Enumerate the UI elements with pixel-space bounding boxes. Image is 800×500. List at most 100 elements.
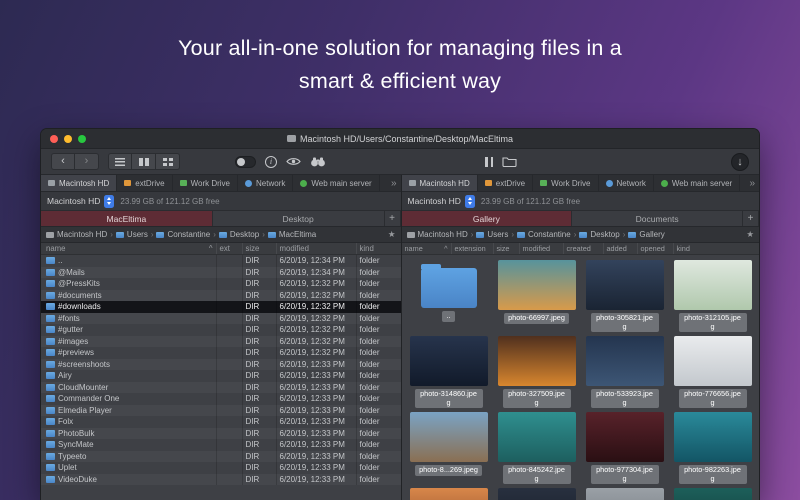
column-header-ext[interactable]: ext [217, 243, 243, 254]
breadcrumb-item[interactable]: Macintosh HD [407, 230, 468, 239]
column-header-opened[interactable]: opened [638, 243, 674, 254]
table-row[interactable]: #downloadsDIR6/20/19, 12:32 PMfolder [41, 301, 401, 313]
column-view-button[interactable] [132, 153, 156, 170]
table-row[interactable]: #imagesDIR6/20/19, 12:32 PMfolder [41, 336, 401, 348]
table-row[interactable]: Commander OneDIR6/20/19, 12:33 PMfolder [41, 393, 401, 405]
table-row[interactable]: SyncMateDIR6/20/19, 12:33 PMfolder [41, 439, 401, 451]
panel-toggle-switch[interactable] [235, 156, 256, 168]
favorites-star-icon[interactable]: ★ [742, 229, 754, 240]
grid-item[interactable]: photo-776656.jpeg [669, 336, 757, 412]
quick-look-eye-icon[interactable] [286, 157, 301, 166]
column-header-kind[interactable]: kind [674, 243, 760, 254]
drive-tab-extdrive[interactable]: extDrive [117, 175, 172, 191]
tab-desktop[interactable]: Desktop [213, 211, 385, 226]
drive-tab-web-main-server[interactable]: Web main server [654, 175, 740, 191]
folder-icon [46, 315, 55, 322]
drive-tab-network[interactable]: Network [238, 175, 293, 191]
table-row[interactable]: TypeetoDIR6/20/19, 12:33 PMfolder [41, 451, 401, 463]
drive-selector-stepper[interactable] [465, 195, 475, 208]
grid-item[interactable]: photo-982263.jpeg [669, 412, 757, 488]
favorites-star-icon[interactable]: ★ [384, 229, 396, 240]
breadcrumb-item[interactable]: Constantine [156, 230, 210, 239]
drive-tab-network[interactable]: Network [599, 175, 654, 191]
search-binoculars-icon[interactable] [310, 157, 326, 167]
breadcrumb-item[interactable]: Macintosh HD [46, 230, 107, 239]
table-row[interactable]: #previewsDIR6/20/19, 12:32 PMfolder [41, 347, 401, 359]
table-row[interactable]: CloudMounterDIR6/20/19, 12:33 PMfolder [41, 382, 401, 394]
grid-item[interactable] [669, 488, 757, 500]
breadcrumb-item[interactable]: Gallery [628, 230, 664, 239]
grid-item[interactable] [581, 488, 669, 500]
queue-pause-button[interactable] [485, 157, 493, 167]
grid-item[interactable]: photo-8...269.jpeg [405, 412, 493, 488]
column-header-extension[interactable]: extension [452, 243, 494, 254]
table-row[interactable]: UpletDIR6/20/19, 12:33 PMfolder [41, 462, 401, 474]
breadcrumb-item[interactable]: Users [116, 230, 148, 239]
grid-item[interactable]: photo-312105.jpeg [669, 260, 757, 336]
breadcrumb-item[interactable]: Desktop [219, 230, 259, 239]
table-row[interactable]: Elmedia PlayerDIR6/20/19, 12:33 PMfolder [41, 405, 401, 417]
tab-documents[interactable]: Documents [572, 211, 743, 226]
forward-button[interactable]: › [75, 153, 99, 170]
column-header-created[interactable]: created [564, 243, 604, 254]
grid-item[interactable]: photo-314860.jpeg [405, 336, 493, 412]
grid-item[interactable]: photo-977304.jpeg [581, 412, 669, 488]
tab-gallery[interactable]: Gallery [402, 211, 573, 226]
grid-item[interactable]: photo-845242.jpeg [493, 412, 581, 488]
grid-item[interactable]: .. [405, 260, 493, 336]
table-row[interactable]: PhotoBulkDIR6/20/19, 12:33 PMfolder [41, 428, 401, 440]
column-header-modified[interactable]: modified [277, 243, 357, 254]
downloads-button[interactable]: ↓ [731, 153, 749, 171]
column-header-added[interactable]: added [604, 243, 638, 254]
more-drives-chevron[interactable]: » [745, 175, 759, 191]
drive-selector[interactable]: Macintosh HD [408, 195, 475, 208]
column-header-size[interactable]: size [243, 243, 277, 254]
table-row[interactable]: @MailsDIR6/20/19, 12:34 PMfolder [41, 267, 401, 279]
column-header-size[interactable]: size [494, 243, 520, 254]
tab-maceltima[interactable]: MacEltima [41, 211, 213, 226]
grid-item[interactable]: photo-305821.jpeg [581, 260, 669, 336]
drive-tab-macintosh-hd[interactable]: Macintosh HD [402, 175, 478, 191]
minimize-button[interactable] [64, 135, 72, 143]
new-tab-button[interactable]: + [385, 211, 401, 226]
new-tab-button[interactable]: + [743, 211, 759, 226]
list-view-button[interactable] [108, 153, 132, 170]
table-row[interactable]: FolxDIR6/20/19, 12:33 PMfolder [41, 416, 401, 428]
drive-tab-work-drive[interactable]: Work Drive [173, 175, 238, 191]
table-row[interactable]: #gutterDIR6/20/19, 12:32 PMfolder [41, 324, 401, 336]
more-drives-chevron[interactable]: » [387, 175, 401, 191]
table-row[interactable]: #screenshootsDIR6/20/19, 12:33 PMfolder [41, 359, 401, 371]
info-button[interactable]: i [265, 156, 277, 168]
thumbnail-view-button[interactable] [156, 153, 180, 170]
new-folder-button[interactable] [502, 156, 517, 167]
table-row[interactable]: VideoDukeDIR6/20/19, 12:33 PMfolder [41, 474, 401, 486]
drive-tab-macintosh-hd[interactable]: Macintosh HD [41, 175, 117, 191]
drive-tab-work-drive[interactable]: Work Drive [533, 175, 598, 191]
breadcrumb-item[interactable]: Constantine [517, 230, 571, 239]
breadcrumb-item[interactable]: MacEltima [268, 230, 316, 239]
grid-item[interactable] [405, 488, 493, 500]
table-row[interactable]: AiryDIR6/20/19, 12:33 PMfolder [41, 370, 401, 382]
drive-tab-extdrive[interactable]: extDrive [478, 175, 533, 191]
breadcrumb-item[interactable]: Users [476, 230, 508, 239]
table-row[interactable]: @PressKitsDIR6/20/19, 12:32 PMfolder [41, 278, 401, 290]
breadcrumb-item[interactable]: Desktop [579, 230, 619, 239]
drive-selector-stepper[interactable] [104, 195, 114, 208]
drive-tab-web-main-server[interactable]: Web main server [293, 175, 379, 191]
drive-selector[interactable]: Macintosh HD [47, 195, 114, 208]
table-row[interactable]: #fontsDIR6/20/19, 12:32 PMfolder [41, 313, 401, 325]
close-button[interactable] [50, 135, 58, 143]
grid-item[interactable]: photo-533923.jpeg [581, 336, 669, 412]
column-header-modified[interactable]: modified [520, 243, 564, 254]
grid-item[interactable]: photo-327509.jpeg [493, 336, 581, 412]
column-header-name[interactable]: name^ [402, 243, 452, 254]
table-row[interactable]: #documentsDIR6/20/19, 12:32 PMfolder [41, 290, 401, 302]
column-header-kind[interactable]: kind [357, 243, 401, 254]
table-row[interactable]: ..DIR6/20/19, 12:34 PMfolder [41, 255, 401, 267]
grid-item[interactable] [493, 488, 581, 500]
back-button[interactable]: ‹ [51, 153, 75, 170]
zoom-button[interactable] [78, 135, 86, 143]
column-header-name[interactable]: name^ [41, 243, 217, 254]
cell-ext [217, 428, 243, 440]
grid-item[interactable]: photo-66997.jpeg [493, 260, 581, 336]
